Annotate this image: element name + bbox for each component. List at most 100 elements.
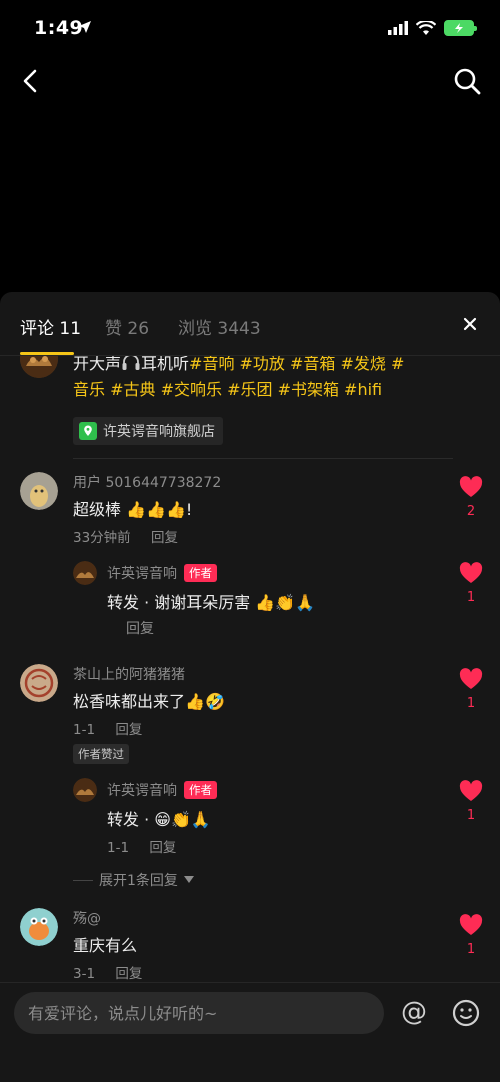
status-icons	[388, 20, 477, 36]
reply-username[interactable]: 许英谔音响 作者	[107, 563, 217, 583]
caption-text-2: 耳机听	[141, 356, 190, 373]
heart-icon	[459, 914, 483, 935]
caption-text: 开大声	[73, 356, 122, 373]
thumbs-up-icon: 👍	[185, 692, 205, 711]
reply-button[interactable]: 回复	[115, 722, 142, 738]
comment-username[interactable]: 殇@	[73, 908, 101, 928]
like-button[interactable]: 2	[457, 476, 485, 519]
wifi-icon	[416, 20, 436, 35]
status-bar: 1:49	[0, 0, 500, 60]
reply-avatar[interactable]	[73, 778, 97, 802]
laughing-face-icon: 🤣	[204, 692, 225, 711]
clapping-icon: 👏	[170, 810, 191, 829]
tab-likes[interactable]: 赞 26	[105, 314, 149, 339]
hashtags-line1[interactable]: #音响 #功放 #音箱 #发烧 #	[189, 356, 404, 373]
like-count: 2	[466, 504, 476, 519]
avatar[interactable]	[20, 908, 58, 946]
reply-meta: 1-1 回复	[107, 836, 192, 856]
comment-body: 超级棒	[73, 500, 122, 519]
thumbs-up-icon: 👍	[255, 593, 276, 612]
comment-body: 松香味都出来了	[73, 692, 186, 711]
reply-text: 转发 · 😁👏🙏	[107, 806, 211, 830]
comment-suffix: !	[185, 500, 193, 519]
back-arrow-icon	[23, 69, 37, 93]
author-badge: 作者	[184, 781, 217, 799]
praying-hands-icon: 🙏	[295, 593, 316, 612]
grinning-face-icon: 😁	[154, 810, 171, 829]
heart-icon	[459, 476, 483, 497]
clapping-icon: 👏	[275, 593, 296, 612]
reply-user-name: 许英谔音响	[107, 783, 177, 799]
comment-meta: 1-1 回复	[73, 718, 158, 738]
comment-text: 超级棒 👍👍👍!	[73, 496, 192, 520]
comment-input-bar: @	[0, 982, 500, 1082]
like-count: 1	[466, 808, 476, 823]
emoji-button[interactable]	[452, 999, 480, 1027]
author-avatar[interactable]	[20, 356, 58, 378]
like-button[interactable]: 1	[457, 780, 485, 823]
comment-input[interactable]	[14, 992, 384, 1034]
expand-label: 展开1条回复	[99, 873, 178, 889]
reply-button[interactable]: 回复	[115, 966, 142, 982]
signal-icon	[388, 21, 408, 35]
reply-button[interactable]: 回复	[151, 530, 178, 546]
reply-user-name: 许英谔音响	[107, 566, 177, 582]
search-button[interactable]	[452, 66, 482, 96]
reply-time: 1-1	[107, 840, 130, 856]
reply-username[interactable]: 许英谔音响 作者	[107, 780, 217, 800]
author-badge: 作者	[184, 564, 217, 582]
comment-meta: 3-1 回复	[73, 962, 158, 982]
like-button[interactable]: 1	[457, 668, 485, 711]
comment-text: 重庆有么	[73, 936, 138, 955]
thumbs-up-icon: 👍	[165, 500, 186, 519]
praying-hands-icon: 🙏	[190, 810, 211, 829]
like-button[interactable]: 1	[457, 562, 485, 605]
comment-username[interactable]: 茶山上的阿猪猪猪	[73, 664, 185, 684]
expand-replies-button[interactable]: 展开1条回复	[73, 870, 194, 890]
headphones-icon	[122, 356, 140, 370]
comment-time: 3-1	[73, 966, 96, 982]
divider-line	[73, 879, 93, 881]
top-nav	[0, 60, 500, 104]
location-pin-icon	[79, 422, 97, 440]
post-caption-line1: 开大声 耳机听#音响 #功放 #音箱 #发烧 #	[73, 356, 404, 374]
thumbs-up-icon: 👍	[126, 500, 147, 519]
close-button[interactable]	[458, 312, 482, 336]
tab-bar: 评论 11 赞 26 浏览 3443	[0, 292, 500, 356]
comment-sheet: 评论 11 赞 26 浏览 3443 开大声 耳机听#音响 #功放 #音箱 #发烧…	[0, 292, 500, 1082]
battery-icon	[444, 20, 477, 36]
reply-body: 转发 ·	[107, 810, 150, 829]
like-count: 1	[466, 942, 476, 957]
like-button[interactable]: 1	[457, 914, 485, 957]
author-liked-badge: 作者赞过	[73, 744, 129, 764]
thumbs-up-icon: 👍	[146, 500, 166, 519]
comment-username[interactable]: 用户 5016447738272	[73, 472, 221, 492]
reply-body: 转发 · 谢谢耳朵厉害	[107, 593, 251, 612]
avatar[interactable]	[20, 472, 58, 510]
tab-comments[interactable]: 评论 11	[20, 314, 81, 339]
heart-icon	[459, 562, 483, 583]
mention-button[interactable]: @	[398, 997, 430, 1029]
search-icon	[454, 68, 481, 95]
divider	[73, 458, 453, 459]
status-time: 1:49	[34, 17, 84, 39]
like-count: 1	[466, 696, 476, 711]
heart-icon	[459, 668, 483, 689]
comment-list: 开大声 耳机听#音响 #功放 #音箱 #发烧 # 音乐 #古典 #交响乐 #乐团 …	[0, 356, 500, 986]
hashtags-line2[interactable]: 音乐 #古典 #交响乐 #乐团 #书架箱 #hifi	[73, 376, 382, 400]
like-count: 1	[466, 590, 476, 605]
heart-icon	[459, 780, 483, 801]
reply-text: 转发 · 谢谢耳朵厉害 👍👏🙏	[107, 589, 315, 613]
location-arrow-icon	[79, 21, 91, 33]
tab-views[interactable]: 浏览 3443	[178, 314, 261, 339]
tab-underline	[20, 352, 74, 355]
avatar[interactable]	[20, 664, 58, 702]
back-button[interactable]	[16, 66, 46, 96]
reply-avatar[interactable]	[73, 561, 97, 585]
reply-button[interactable]: 回复	[149, 840, 176, 856]
shop-link[interactable]: 许英谔音响旗舰店	[73, 417, 223, 445]
reply-button[interactable]: 回复	[126, 618, 154, 638]
close-icon	[463, 317, 477, 331]
smiley-icon	[452, 999, 480, 1027]
comment-time: 1-1	[73, 722, 96, 738]
